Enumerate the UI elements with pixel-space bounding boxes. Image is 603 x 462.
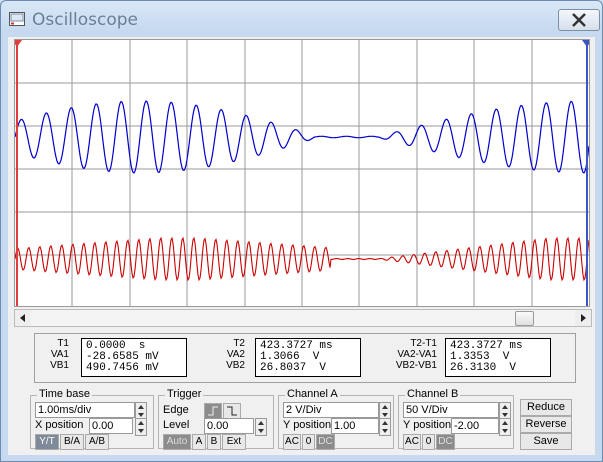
x-position-field[interactable]: 0.00	[89, 418, 133, 434]
channel-a-group: Channel A 2 V/Div Y position 1.00 AC 0 D…	[278, 388, 394, 450]
oscilloscope-icon	[9, 12, 25, 26]
vb2-vb1-label: VB2-VB1	[395, 360, 437, 371]
vb2-label: VB2	[226, 360, 245, 371]
falling-edge-icon	[227, 406, 237, 416]
level-spinner[interactable]	[255, 418, 267, 436]
vb1-label: VB1	[50, 360, 69, 371]
x-position-spinner[interactable]	[135, 418, 147, 436]
scroll-right-button[interactable]	[575, 310, 591, 326]
channel-a-zero-button[interactable]: 0	[302, 434, 315, 450]
channel-b-zero-button[interactable]: 0	[422, 434, 435, 450]
timebase-label: Time base	[37, 388, 92, 400]
client-area: T1 VA1 VB1 0.0000 s -28.6585 mV 490.7456…	[8, 37, 595, 455]
reverse-button[interactable]: Reverse	[520, 416, 572, 433]
trigger-a-button[interactable]: A	[192, 434, 206, 450]
vb2-value: 26.8037 V	[260, 362, 327, 374]
channel-a-label: Channel A	[285, 388, 340, 400]
channel-a-ac-button[interactable]: AC	[283, 434, 301, 450]
channel-b-ypos-field[interactable]: -2.00	[451, 418, 499, 434]
diff-values-box: 423.3727 ms 1.3353 V 26.3130 V	[445, 338, 551, 377]
scope-display	[15, 40, 589, 306]
trigger-label: Trigger	[165, 388, 204, 400]
level-field[interactable]: 0.00	[204, 418, 254, 434]
channel-a-ypos-spinner[interactable]	[379, 418, 391, 436]
channel-b-dc-button[interactable]: DC	[436, 434, 455, 450]
reduce-button[interactable]: Reduce	[520, 399, 572, 416]
va2-va1-label: VA2-VA1	[397, 349, 437, 360]
vb2-vb1-value: 26.3130 V	[450, 362, 517, 374]
rising-edge-button[interactable]	[204, 403, 222, 419]
scroll-thumb[interactable]	[515, 311, 534, 326]
scroll-left-button[interactable]	[15, 310, 31, 326]
close-button[interactable]	[558, 9, 600, 31]
time-scrollbar[interactable]	[14, 309, 592, 327]
channel-b-ypos-spinner[interactable]	[499, 418, 511, 436]
rising-edge-icon	[208, 406, 218, 416]
t1-values-box: 0.0000 s -28.6585 mV 490.7456 mV	[81, 338, 187, 377]
title-bar[interactable]: Oscilloscope	[1, 1, 602, 37]
vb1-value: 490.7456 mV	[86, 362, 159, 374]
va1-label: VA1	[50, 349, 69, 360]
scope-screen	[14, 39, 590, 307]
channel-a-ypos-field[interactable]: 1.00	[331, 418, 379, 434]
channel-b-group: Channel B 50 V/Div Y position -2.00 AC 0…	[398, 388, 514, 450]
mode-ba-button[interactable]: B/A	[60, 434, 84, 450]
trigger-b-button[interactable]: B	[207, 434, 221, 450]
window-title: Oscilloscope	[32, 10, 139, 30]
trigger-group: Trigger Edge Level 0.00 Auto A B Ext	[158, 388, 274, 450]
channel-a-dc-button[interactable]: DC	[316, 434, 335, 450]
channel-b-label: Channel B	[405, 388, 461, 400]
save-button[interactable]: Save	[520, 433, 572, 450]
channel-b-ypos-label: Y position	[403, 419, 452, 431]
va2-label: VA2	[226, 349, 245, 360]
level-label: Level	[163, 419, 190, 431]
timebase-scale-field[interactable]: 1.00ms/div	[35, 402, 135, 418]
trigger-ext-button[interactable]: Ext	[222, 434, 246, 450]
x-position-label: X position	[35, 419, 84, 431]
channel-b-scale-field[interactable]: 50 V/Div	[403, 402, 499, 418]
trigger-auto-button[interactable]: Auto	[163, 434, 191, 450]
arrow-left-icon	[20, 314, 25, 322]
t2-values-box: 423.3727 ms 1.3066 V 26.8037 V	[255, 338, 361, 377]
arrow-right-icon	[581, 314, 586, 322]
cursor-readout-panel: T1 VA1 VB1 0.0000 s -28.6585 mV 490.7456…	[34, 333, 576, 383]
t2-t1-label: T2-T1	[410, 338, 437, 349]
t2-label: T2	[233, 338, 245, 349]
channel-b-ac-button[interactable]: AC	[403, 434, 421, 450]
close-icon	[572, 13, 586, 27]
falling-edge-button[interactable]	[223, 403, 241, 419]
mode-yt-button[interactable]: Y/T	[35, 434, 59, 450]
timebase-group: Time base 1.00ms/div X position 0.00 Y/T…	[30, 388, 154, 450]
oscilloscope-window: Oscilloscope T1 VA1 VB1 0.0000 s -28.658…	[0, 0, 603, 462]
edge-label: Edge	[163, 404, 189, 416]
t1-label: T1	[57, 338, 69, 349]
mode-ab-button[interactable]: A/B	[85, 434, 109, 450]
channel-a-scale-field[interactable]: 2 V/Div	[283, 402, 379, 418]
channel-a-ypos-label: Y position	[283, 419, 332, 431]
